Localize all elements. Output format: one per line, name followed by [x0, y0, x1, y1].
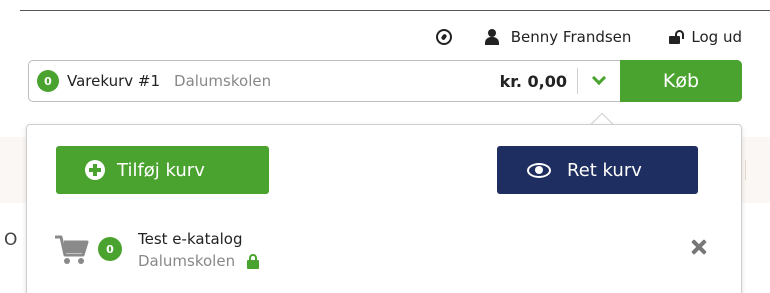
add-cart-button[interactable]: Tilføj kurv [56, 146, 269, 194]
cart-item-count-badge: 0 [98, 237, 122, 261]
cart-item-title: Test e-katalog [138, 230, 243, 248]
edit-cart-button[interactable]: Ret kurv [497, 146, 698, 194]
unlock-icon [669, 29, 685, 45]
compass-icon[interactable] [435, 29, 452, 45]
background-divider [745, 160, 746, 180]
logout-link[interactable]: Log ud [669, 28, 742, 46]
cart-total: kr. 0,00 [499, 71, 567, 91]
logout-label: Log ud [691, 28, 742, 46]
edit-cart-label: Ret kurv [567, 159, 642, 181]
eye-icon [527, 162, 551, 178]
cart-item-organization: Dalumskolen [138, 252, 236, 270]
cart-dropdown-toggle[interactable] [578, 61, 620, 101]
close-icon[interactable] [688, 236, 710, 258]
cart-selector-bar[interactable]: 0 Varekurv #1 Dalumskolen kr. 0,00 Køb [28, 60, 742, 102]
cart-name: Varekurv #1 [67, 72, 161, 90]
shopping-cart-icon [55, 235, 89, 264]
user-icon [484, 29, 499, 45]
user-menu[interactable]: Benny Frandsen [484, 28, 670, 46]
add-cart-label: Tilføj kurv [117, 159, 205, 181]
user-name: Benny Frandsen [510, 28, 632, 46]
cart-organization: Dalumskolen [174, 72, 272, 90]
plus-icon [85, 160, 105, 180]
header-links: Benny Frandsen Log ud [435, 26, 742, 48]
cart-list-item[interactable]: 0 Test e-katalog Dalumskolen [55, 225, 715, 273]
cart-dropdown-panel: Tilføj kurv Ret kurv 0 Test e-katalog Da… [26, 124, 742, 293]
chevron-down-icon [591, 70, 607, 86]
buy-button[interactable]: Køb [620, 60, 742, 102]
cart-count-badge: 0 [37, 70, 59, 92]
lock-icon [247, 253, 260, 269]
cart-item-organization-row: Dalumskolen [138, 252, 260, 270]
top-divider [20, 10, 770, 11]
background-text: O [4, 230, 18, 250]
